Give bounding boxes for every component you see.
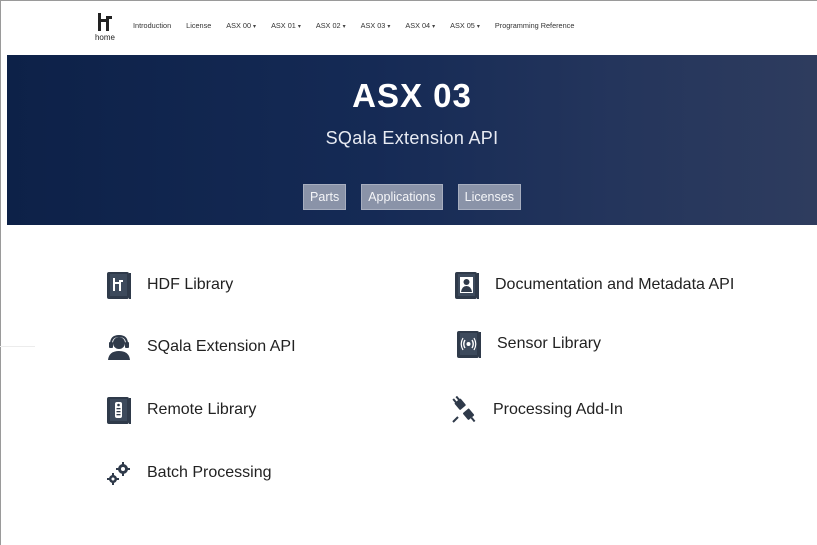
caret-down-icon: ▾ bbox=[342, 24, 346, 30]
home-logo-icon bbox=[98, 13, 112, 31]
hdf-library-link[interactable]: HDF Library bbox=[104, 270, 233, 300]
processing-add-in-label: Processing Add-In bbox=[493, 401, 623, 418]
nav-dropdown-asx03[interactable]: ASX 03 ▾ bbox=[361, 21, 391, 30]
gears-icon bbox=[104, 458, 134, 488]
remote-library-link[interactable]: Remote Library bbox=[104, 395, 256, 425]
plug-icon bbox=[450, 395, 480, 425]
sensor-library-label: Sensor Library bbox=[497, 335, 602, 352]
nav-dropdown-asx00[interactable]: ASX 00 ▾ bbox=[226, 21, 256, 30]
processing-add-in-link[interactable]: Processing Add-In bbox=[450, 395, 623, 425]
nav-link-label: ASX 04 bbox=[405, 21, 431, 30]
page-subtitle: SQala Extension API bbox=[325, 128, 499, 148]
nav-link-license[interactable]: License bbox=[186, 21, 211, 30]
support-agent-icon bbox=[104, 332, 134, 362]
applications-button[interactable]: Applications bbox=[361, 184, 443, 210]
parts-button[interactable]: Parts bbox=[303, 184, 347, 210]
licenses-button[interactable]: Licenses bbox=[457, 184, 521, 210]
hdf-library-label: HDF Library bbox=[147, 276, 234, 293]
nav-link-label: ASX 02 bbox=[315, 21, 341, 30]
divider bbox=[0, 346, 35, 347]
hdf-book-icon bbox=[104, 270, 134, 300]
nav-link-programming-reference[interactable]: Programming Reference bbox=[495, 21, 575, 30]
person-book-icon bbox=[452, 270, 482, 300]
nav-link-label: ASX 05 bbox=[450, 21, 475, 30]
home-logo-link[interactable]: home bbox=[87, 12, 123, 48]
sqala-extension-api-link[interactable]: SQala Extension API bbox=[104, 332, 296, 362]
documentation-metadata-api-label: Documentation and Metadata API bbox=[495, 276, 735, 293]
batch-processing-label: Batch Processing bbox=[147, 464, 272, 481]
nav-link-label: ASX 00 bbox=[226, 21, 252, 30]
nav-link-label: License bbox=[186, 21, 212, 30]
nav-links: Introduction License ASX 00 ▾ ASX 01 ▾ ASX… bbox=[133, 21, 589, 30]
sqala-extension-api-label: SQala Extension API bbox=[147, 338, 296, 355]
caret-down-icon: ▾ bbox=[297, 24, 301, 30]
nav-link-introduction[interactable]: Introduction bbox=[133, 21, 171, 30]
nav-link-label: Introduction bbox=[133, 21, 172, 30]
nav-dropdown-asx02[interactable]: ASX 02 ▾ bbox=[316, 21, 346, 30]
caret-down-icon: ▾ bbox=[387, 24, 391, 30]
caret-down-icon: ▾ bbox=[476, 24, 480, 30]
sensor-book-icon bbox=[454, 329, 484, 359]
nav-link-label: ASX 03 bbox=[360, 21, 386, 30]
nav-dropdown-asx01[interactable]: ASX 01 ▾ bbox=[271, 21, 301, 30]
batch-processing-link[interactable]: Batch Processing bbox=[104, 458, 272, 488]
remote-book-icon bbox=[104, 395, 134, 425]
documentation-metadata-api-link[interactable]: Documentation and Metadata API bbox=[452, 270, 734, 300]
nav-dropdown-asx04[interactable]: ASX 04 ▾ bbox=[405, 21, 435, 30]
top-navbar: home Introduction License ASX 00 ▾ ASX 01… bbox=[1, 1, 817, 55]
home-logo-label: home bbox=[94, 33, 115, 42]
sensor-library-link[interactable]: Sensor Library bbox=[454, 329, 601, 359]
remote-library-label: Remote Library bbox=[147, 401, 257, 418]
hero-button-group: Parts Applications Licenses bbox=[7, 184, 817, 210]
nav-dropdown-asx05[interactable]: ASX 05 ▾ bbox=[450, 21, 480, 30]
page-title: ASX 03 bbox=[352, 77, 472, 114]
hero-banner: ASX 03 SQala Extension API Parts Applica… bbox=[7, 55, 817, 225]
nav-link-label: Programming Reference bbox=[494, 21, 575, 30]
nav-link-label: ASX 01 bbox=[271, 21, 296, 30]
caret-down-icon: ▾ bbox=[253, 24, 257, 30]
caret-down-icon: ▾ bbox=[432, 24, 436, 30]
